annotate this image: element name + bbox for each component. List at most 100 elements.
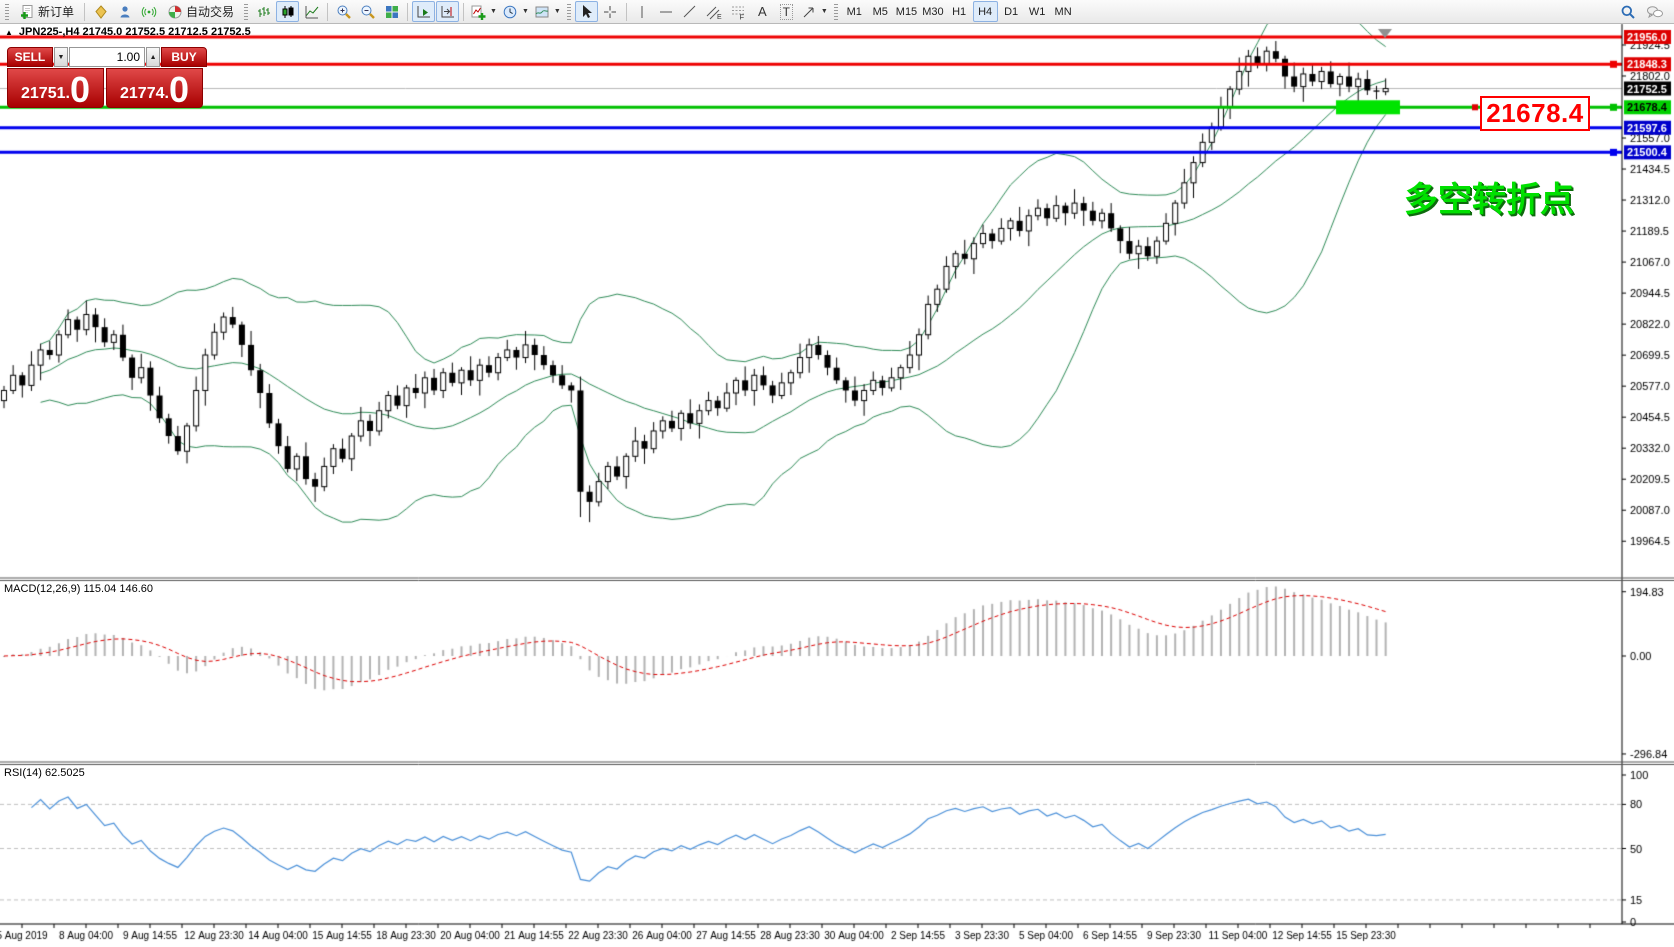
search-button[interactable] xyxy=(1616,1,1639,22)
line-chart-button[interactable] xyxy=(300,1,323,22)
timeframe-m5-button[interactable]: M5 xyxy=(868,1,893,22)
bar-chart-button[interactable] xyxy=(252,1,275,22)
toolbar-separator xyxy=(407,3,408,21)
toolbar-separator xyxy=(327,3,328,21)
sell-button[interactable]: SELL xyxy=(7,47,53,67)
symbol-title: JPN225-,H4 21745.0 21752.5 21712.5 21752… xyxy=(19,26,251,38)
arrows-button[interactable]: ▼ xyxy=(799,1,830,22)
vertical-line-icon xyxy=(634,4,650,20)
dropdown-caret[interactable]: ▼ xyxy=(821,8,828,15)
timeframe-h1-button[interactable]: H1 xyxy=(947,1,972,22)
crosshair-button[interactable] xyxy=(599,1,622,22)
profiles-button[interactable] xyxy=(89,1,112,22)
volume-decrease-button[interactable]: ▼ xyxy=(54,47,68,67)
arrow-shape-icon xyxy=(801,4,817,20)
sell-price-big-digit: 0 xyxy=(70,76,90,105)
timeframe-d1-button[interactable]: D1 xyxy=(999,1,1024,22)
signal-icon xyxy=(141,4,157,20)
bar-chart-icon xyxy=(256,4,272,20)
auto-scroll-button[interactable] xyxy=(412,1,435,22)
new-order-button[interactable]: 新订单 xyxy=(13,1,80,22)
macd-label: MACD(12,26,9) 115.04 146.60 xyxy=(4,583,153,595)
search-icon xyxy=(1620,4,1636,20)
cursor-button[interactable] xyxy=(575,1,598,22)
clock-icon xyxy=(502,4,518,20)
timeframe-mn-button[interactable]: MN xyxy=(1051,1,1076,22)
buy-price-button[interactable]: 21774.0 xyxy=(106,68,203,108)
candlestick-chart-button[interactable] xyxy=(276,1,299,22)
buy-price-main: 21774 xyxy=(120,86,165,102)
symbol-info-bar: ▲ JPN225-,H4 21745.0 21752.5 21712.5 217… xyxy=(5,26,251,38)
tile-windows-button[interactable] xyxy=(380,1,403,22)
autotrade-button[interactable]: 自动交易 xyxy=(161,1,240,22)
new-order-label: 新订单 xyxy=(38,3,74,20)
toolbar: 新订单 自动交易 ▼ ▼ ▼ E F A T ▼ M1 M5 M15 M30 H… xyxy=(0,0,1674,24)
template-icon xyxy=(534,4,550,20)
horizontal-line-button[interactable] xyxy=(655,1,678,22)
diamond-icon xyxy=(93,4,109,20)
toolbar-grip[interactable] xyxy=(567,4,571,20)
volume-increase-button[interactable]: ▲ xyxy=(146,47,160,67)
signals-button[interactable] xyxy=(137,1,160,22)
toolbar-grip[interactable] xyxy=(5,4,9,20)
toolbar-grip[interactable] xyxy=(244,4,248,20)
toolbar-grip[interactable] xyxy=(834,4,838,20)
templates-button[interactable]: ▼ xyxy=(532,1,563,22)
svg-text:E: E xyxy=(717,14,722,20)
chart-shift-icon xyxy=(440,4,456,20)
buy-price-big-digit: 0 xyxy=(169,76,189,105)
community-button[interactable] xyxy=(1643,1,1666,22)
fibonacci-button[interactable]: F xyxy=(727,1,750,22)
horizontal-line-icon xyxy=(658,4,674,20)
text-tool-icon: A xyxy=(758,4,767,19)
zoom-out-icon xyxy=(360,4,376,20)
rsi-label: RSI(14) 62.5025 xyxy=(4,767,85,779)
toolbar-separator xyxy=(463,3,464,21)
zoom-in-button[interactable] xyxy=(332,1,355,22)
timeframe-h4-button[interactable]: H4 xyxy=(973,1,998,22)
line-chart-icon xyxy=(304,4,320,20)
crosshair-icon xyxy=(602,4,618,20)
sell-price-button[interactable]: 21751.0 xyxy=(7,68,104,108)
turning-point-label[interactable]: 多空转折点 xyxy=(1404,172,1574,221)
chat-icon xyxy=(1646,4,1664,20)
cursor-icon xyxy=(578,4,594,20)
sell-price-main: 21751 xyxy=(21,86,66,102)
price-callout-label[interactable]: 21678.4 xyxy=(1480,96,1590,131)
fibonacci-icon: F xyxy=(730,4,746,20)
chart-shift-button[interactable] xyxy=(436,1,459,22)
volume-input[interactable] xyxy=(69,47,145,67)
zoom-out-button[interactable] xyxy=(356,1,379,22)
timeframe-m1-button[interactable]: M1 xyxy=(842,1,867,22)
indicators-icon xyxy=(470,4,486,20)
timeframe-m15-button[interactable]: M15 xyxy=(894,1,919,22)
toolbar-separator xyxy=(84,3,85,21)
timeframe-m30-button[interactable]: M30 xyxy=(920,1,945,22)
dropdown-caret[interactable]: ▼ xyxy=(490,8,497,15)
indicators-button[interactable]: ▼ xyxy=(468,1,499,22)
periods-button[interactable]: ▼ xyxy=(500,1,531,22)
autotrade-icon xyxy=(167,4,183,20)
chart-canvas[interactable] xyxy=(0,0,1674,947)
symbol-triangle-icon[interactable]: ▲ xyxy=(5,28,13,37)
label-tool-icon: T xyxy=(780,4,793,20)
text-tool-button[interactable]: A xyxy=(751,1,774,22)
dropdown-caret[interactable]: ▼ xyxy=(522,8,529,15)
dropdown-caret[interactable]: ▼ xyxy=(554,8,561,15)
svg-text:F: F xyxy=(740,12,745,20)
auto-scroll-icon xyxy=(416,4,432,20)
account-button[interactable] xyxy=(113,1,136,22)
trendline-icon xyxy=(682,4,698,20)
one-click-panel: SELL ▼ ▲ BUY 21751.0 21774.0 xyxy=(7,47,207,108)
tile-windows-icon xyxy=(384,4,400,20)
label-tool-button[interactable]: T xyxy=(775,1,798,22)
vertical-line-button[interactable] xyxy=(631,1,654,22)
timeframe-w1-button[interactable]: W1 xyxy=(1025,1,1050,22)
toolbar-separator xyxy=(626,3,627,21)
buy-button[interactable]: BUY xyxy=(161,47,207,67)
trendline-button[interactable] xyxy=(679,1,702,22)
person-icon xyxy=(117,4,133,20)
autotrade-label: 自动交易 xyxy=(186,3,234,20)
channel-button[interactable]: E xyxy=(703,1,726,22)
new-order-icon xyxy=(19,4,35,20)
